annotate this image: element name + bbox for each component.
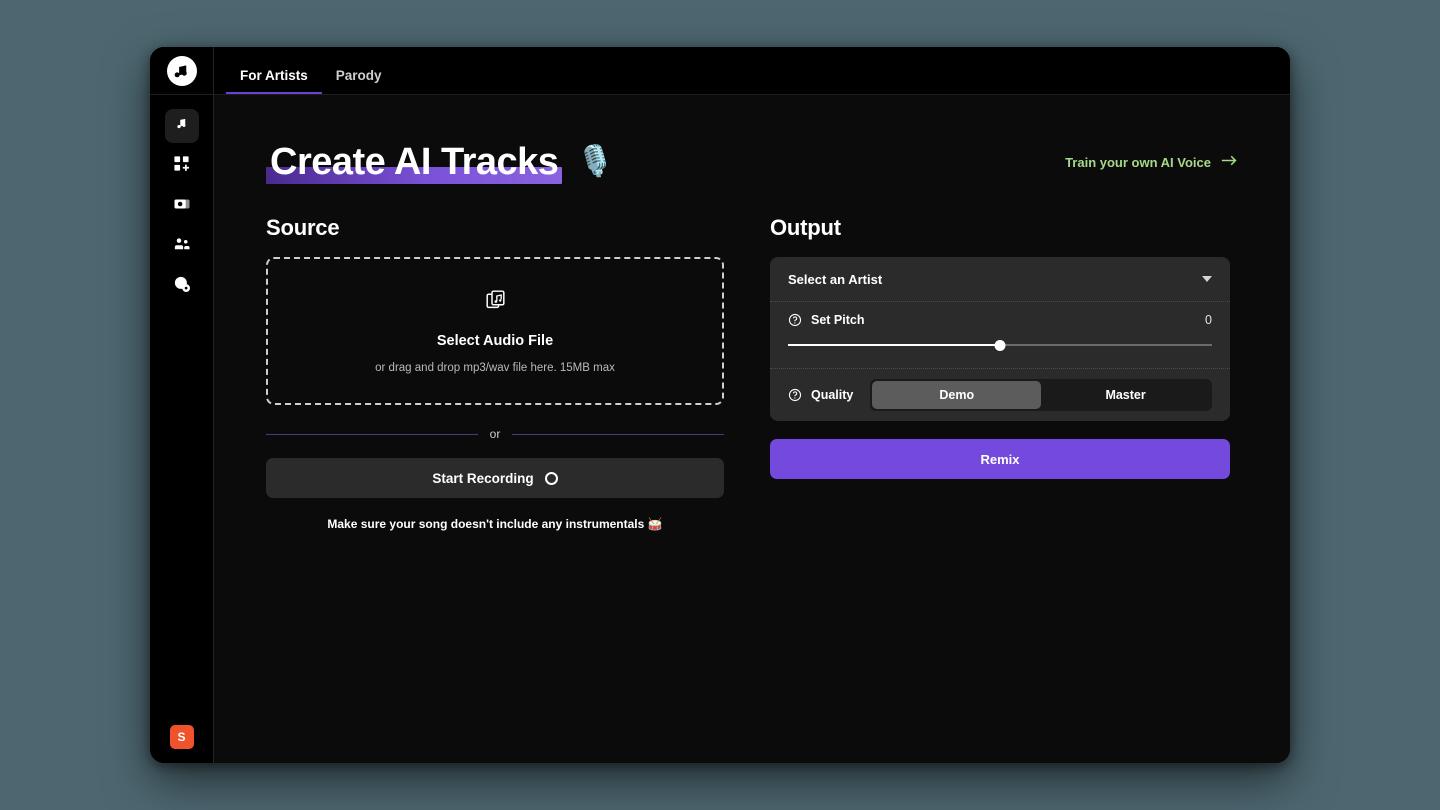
quality-control: Quality Demo Master: [770, 369, 1230, 421]
tab-bar: For Artists Parody: [214, 47, 396, 94]
train-ai-voice-link[interactable]: Train your own AI Voice: [1065, 154, 1238, 170]
record-circle-icon: [544, 471, 558, 485]
divider-line-left: [266, 433, 478, 435]
audio-dropzone[interactable]: Select Audio File or drag and drop mp3/w…: [266, 257, 724, 405]
tab-parody-label: Parody: [335, 67, 382, 83]
pitch-header: Set Pitch 0: [788, 313, 1212, 327]
pitch-label-group: Set Pitch: [788, 313, 865, 327]
body: S Create AI Tracks 🎙️ Train your own AI …: [150, 95, 1290, 763]
divider-label: or: [489, 427, 501, 441]
music-note-circle-logo-icon: [166, 55, 197, 86]
artist-select-value: Select an Artist: [788, 271, 883, 287]
pitch-slider[interactable]: [788, 338, 1212, 352]
audio-files-stack-icon: [485, 289, 506, 315]
sidebar-item-create[interactable]: [165, 149, 199, 183]
microphone-icon: 🎙️: [576, 145, 614, 178]
top-bar: For Artists Parody: [150, 47, 1290, 95]
page-title-text: Create AI Tracks: [270, 141, 559, 183]
quality-option-master[interactable]: Master: [1041, 381, 1210, 409]
avatar-initial: S: [177, 730, 186, 744]
sidebar-item-tracks[interactable]: [164, 109, 199, 143]
sidebar-item-settings[interactable]: [165, 269, 199, 303]
question-circle-icon[interactable]: [788, 388, 802, 402]
tab-for-artists-label: For Artists: [240, 67, 308, 83]
output-settings-card: Select an Artist Set Pitch 0 Quality Dem…: [770, 257, 1230, 421]
start-recording-label: Start Recording: [432, 470, 534, 486]
tab-parody[interactable]: Parody: [322, 47, 396, 94]
media-cards-icon: [173, 195, 191, 218]
page-header: Create AI Tracks 🎙️ Train your own AI Vo…: [266, 141, 1238, 184]
pitch-slider-thumb[interactable]: [994, 339, 1006, 351]
pitch-control: Set Pitch 0: [770, 302, 1230, 369]
sidebar: S: [150, 95, 214, 763]
music-note-icon: [174, 116, 189, 136]
start-recording-button[interactable]: Start Recording: [266, 458, 724, 498]
pitch-label: Set Pitch: [811, 313, 865, 327]
quality-option-demo[interactable]: Demo: [872, 381, 1042, 409]
page-title-wrap: Create AI Tracks 🎙️: [266, 141, 614, 184]
remix-button[interactable]: Remix: [770, 439, 1230, 479]
quality-segmented-control: Demo Master: [870, 379, 1212, 411]
question-circle-icon[interactable]: [788, 313, 802, 327]
dropzone-title: Select Audio File: [436, 332, 554, 349]
source-column: Source Select Audio File or drag and dro…: [266, 215, 725, 531]
sidebar-item-community[interactable]: [165, 229, 199, 263]
grid-plus-icon: [173, 155, 190, 177]
globe-gear-icon: [173, 275, 191, 298]
main-content: Create AI Tracks 🎙️ Train your own AI Vo…: [214, 95, 1290, 763]
people-icon: [173, 235, 191, 258]
quality-label: Quality: [811, 388, 854, 402]
instrumentals-note: Make sure your song doesn't include any …: [327, 517, 663, 531]
columns: Source Select Audio File or drag and dro…: [266, 215, 1238, 531]
artist-select[interactable]: Select an Artist: [770, 257, 1230, 302]
source-section-title: Source: [266, 215, 340, 240]
output-section-title: Output: [770, 215, 841, 240]
arrow-right-icon: [1221, 154, 1238, 170]
app-window: For Artists Parody S Create AI Tracks 🎙️…: [150, 47, 1290, 763]
output-column: Output Select an Artist Set Pitch 0 Qual…: [770, 215, 1230, 531]
chevron-down-icon: [1202, 276, 1212, 282]
divider-line-right: [512, 433, 725, 435]
dropzone-subtitle: or drag and drop mp3/wav file here. 15MB…: [375, 361, 615, 374]
page-title: Create AI Tracks: [266, 141, 563, 184]
pitch-slider-fill: [788, 344, 1000, 346]
or-divider: or: [266, 427, 725, 441]
train-ai-voice-label: Train your own AI Voice: [1065, 154, 1211, 170]
avatar[interactable]: S: [169, 725, 194, 749]
sidebar-item-library[interactable]: [165, 189, 199, 223]
tab-for-artists[interactable]: For Artists: [226, 47, 322, 94]
pitch-value: 0: [1205, 313, 1212, 327]
app-logo[interactable]: [150, 47, 214, 94]
